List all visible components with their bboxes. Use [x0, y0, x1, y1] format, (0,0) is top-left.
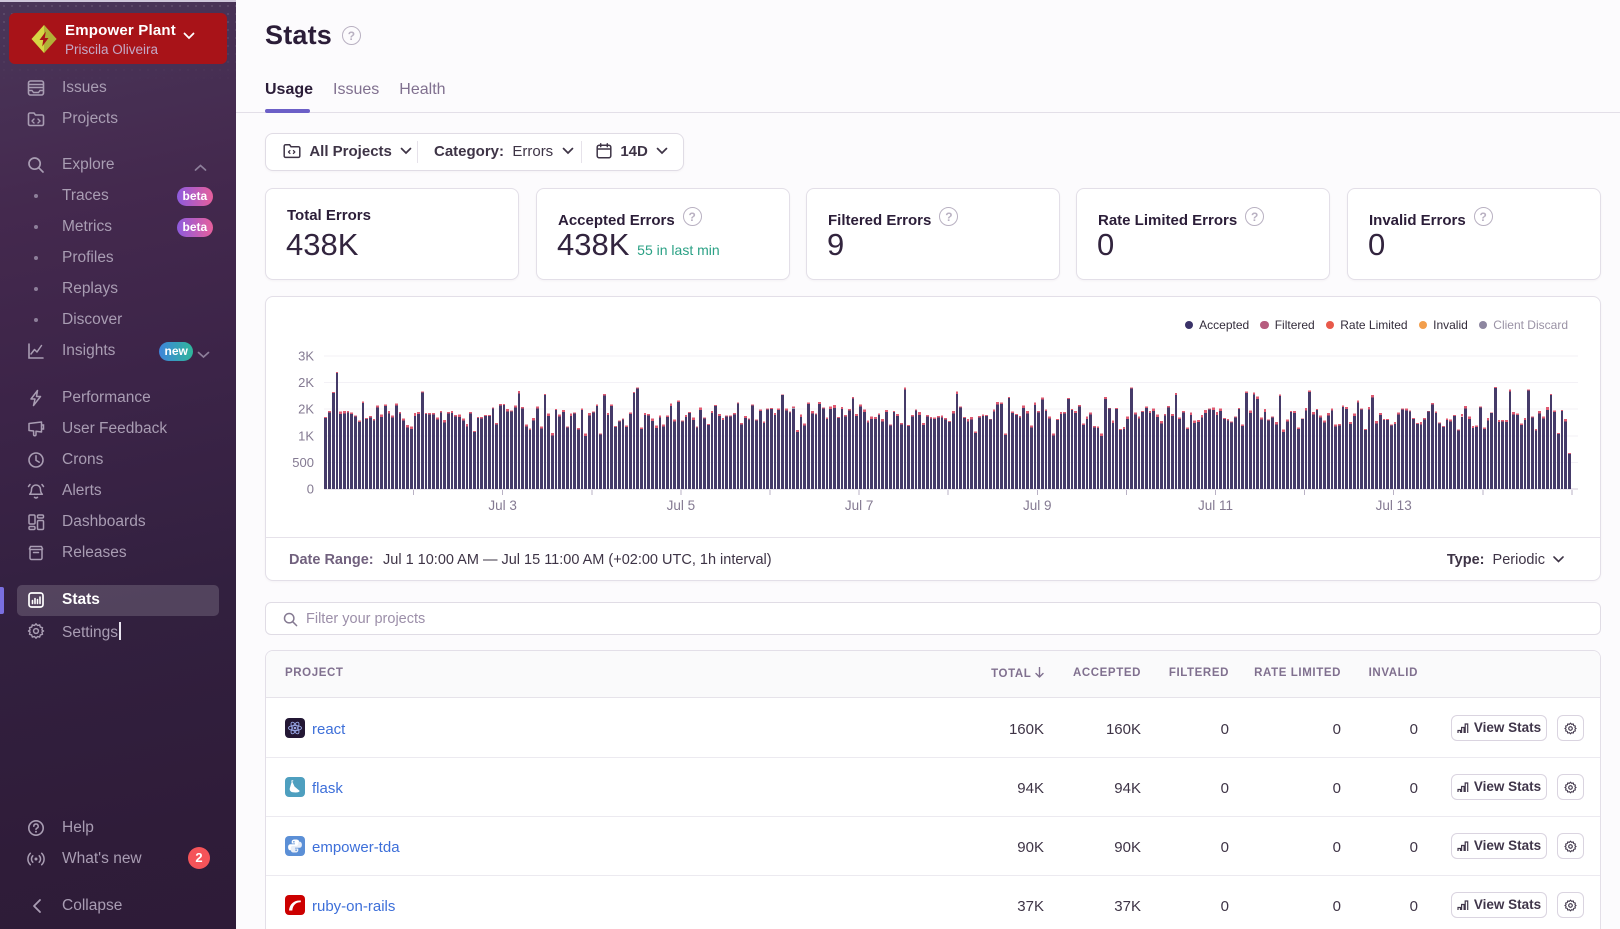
svg-text:1K: 1K: [298, 428, 314, 443]
svg-text:3K: 3K: [298, 349, 314, 364]
svg-text:500: 500: [292, 455, 314, 470]
svg-text:Jul 11: Jul 11: [1198, 498, 1233, 513]
svg-text:Jul 9: Jul 9: [1023, 498, 1052, 513]
svg-text:2K: 2K: [298, 375, 314, 390]
svg-text:Jul 3: Jul 3: [488, 498, 517, 513]
svg-text:Jul 7: Jul 7: [845, 498, 874, 513]
svg-text:0: 0: [307, 482, 314, 497]
svg-text:2K: 2K: [298, 402, 314, 417]
svg-text:Jul 5: Jul 5: [667, 498, 696, 513]
svg-text:Jul 13: Jul 13: [1376, 498, 1412, 513]
